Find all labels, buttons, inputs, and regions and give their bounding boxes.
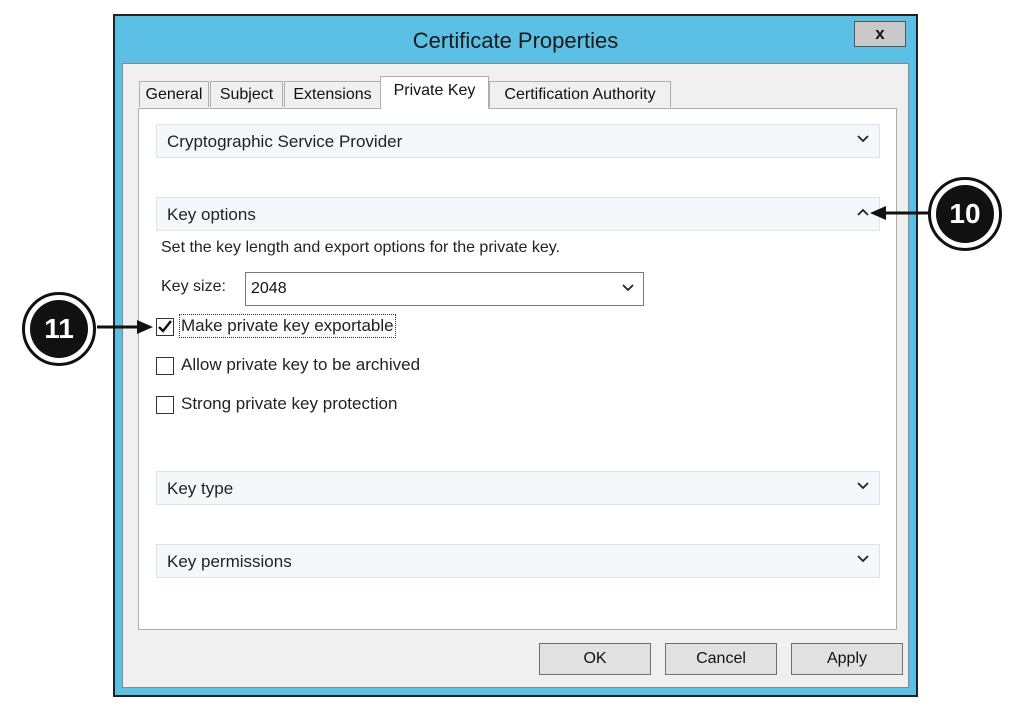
callout-10-number: 10 xyxy=(936,185,994,243)
callout-arrows xyxy=(97,206,930,334)
callout-10-badge: 10 xyxy=(928,177,1002,251)
callout-11-number: 11 xyxy=(30,300,88,358)
callout-11-arrowhead xyxy=(137,320,153,334)
tab-private-key[interactable]: Private Key xyxy=(380,76,489,109)
callout-11-badge: 11 xyxy=(22,292,96,366)
callout-10-arrowhead xyxy=(870,206,886,220)
